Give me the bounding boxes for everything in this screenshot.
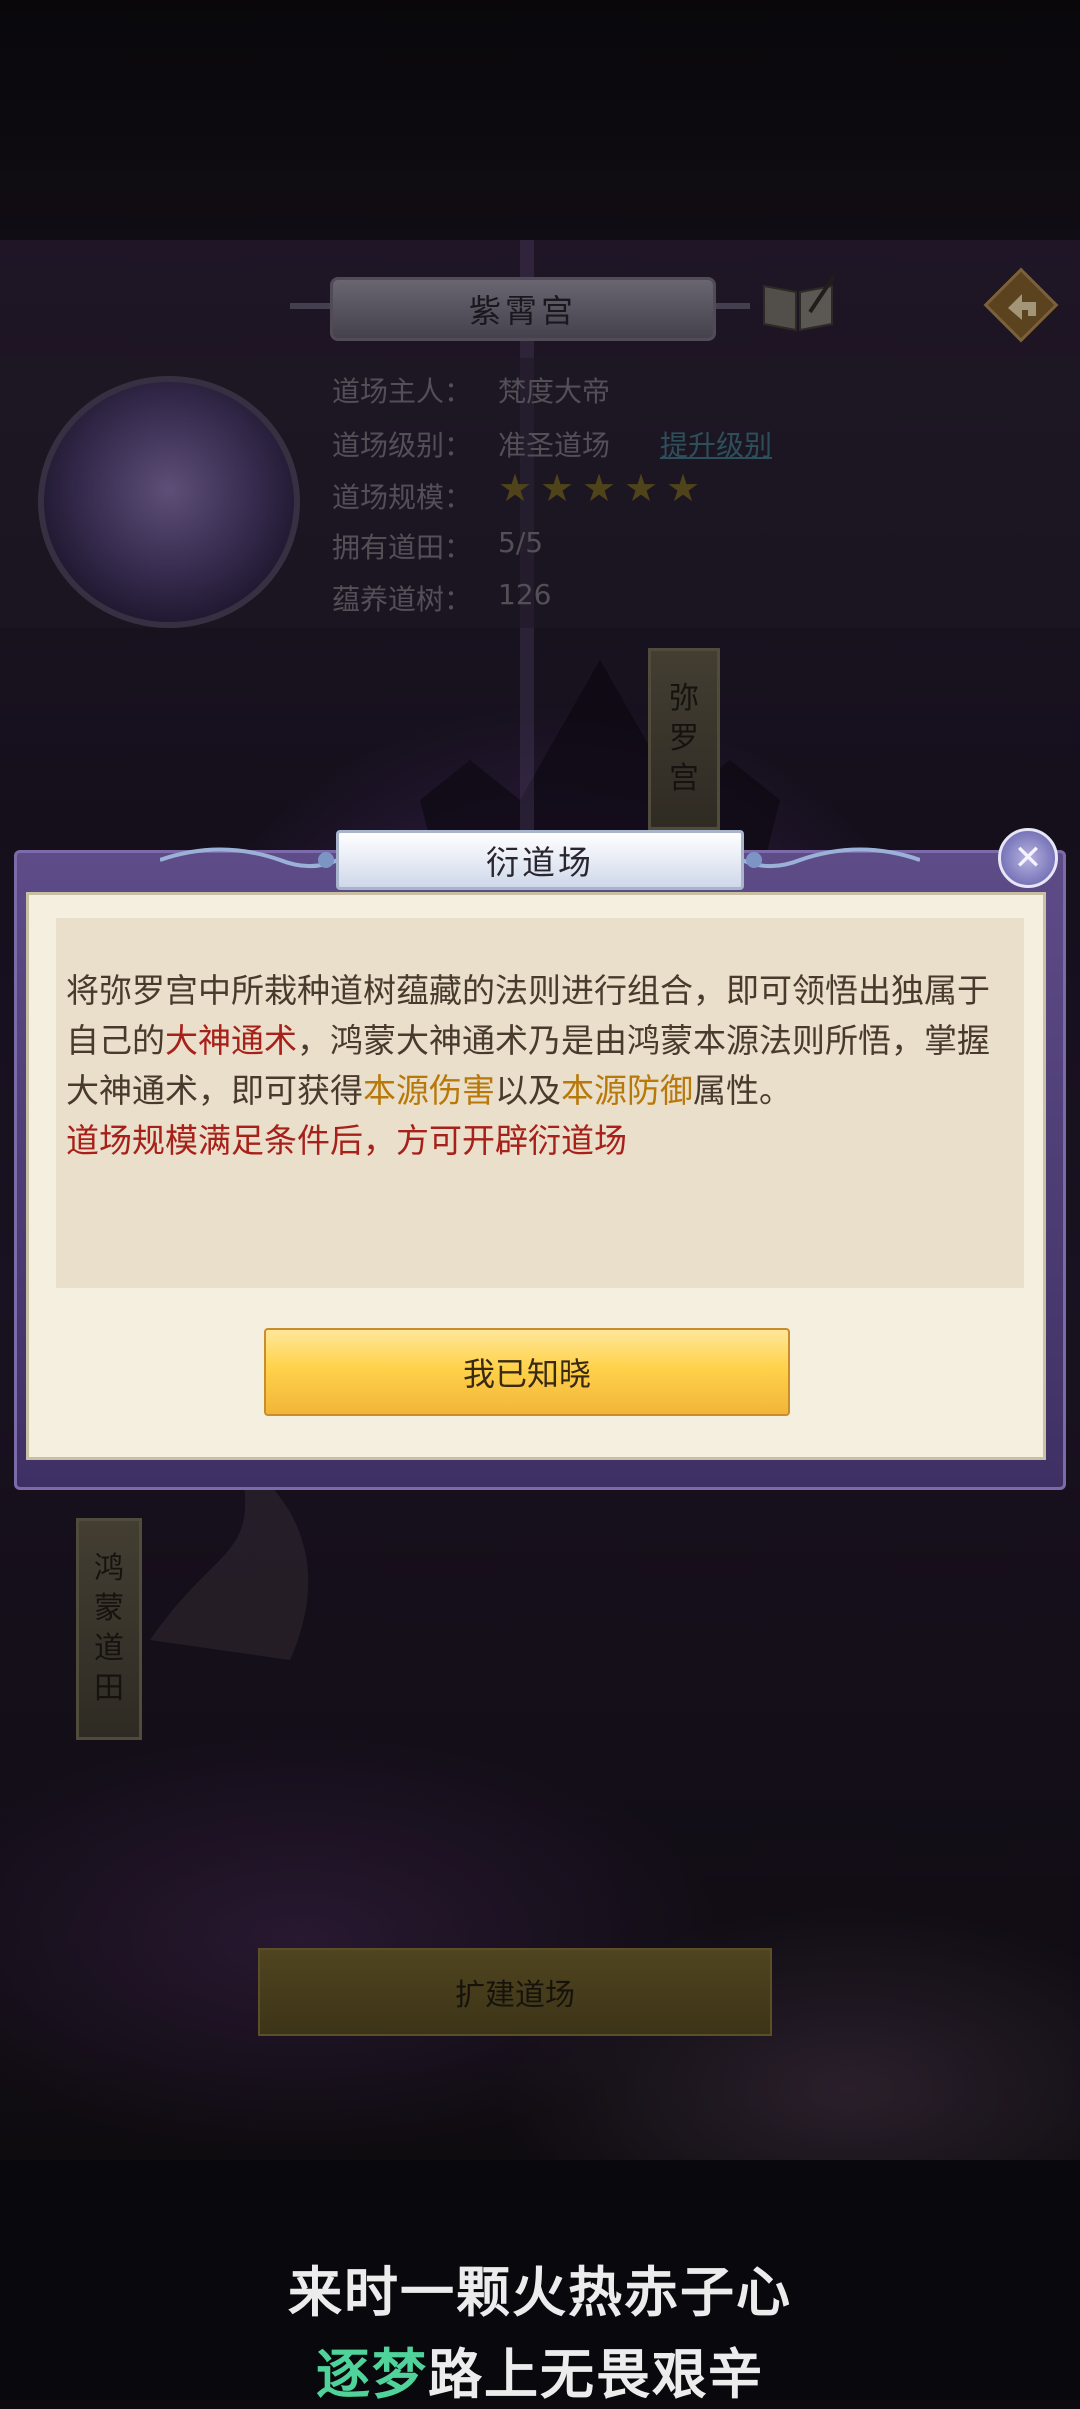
back-arrow-icon: [983, 267, 1059, 343]
fields-value: 5/5: [498, 526, 544, 559]
fields-label: 拥有道田：: [332, 531, 473, 564]
banner-char: 蒙: [94, 1591, 124, 1626]
banner-char: 鸿: [94, 1551, 124, 1586]
star-icon: ★: [582, 466, 617, 510]
banner-char: 罗: [669, 721, 699, 756]
desc-text: 属性。: [693, 1071, 792, 1110]
modal-title: 衍道场: [336, 830, 744, 890]
level-label: 道场级别：: [332, 429, 473, 462]
expand-dojo-button[interactable]: 扩建道场: [258, 1948, 772, 2036]
title-rod-left: [290, 303, 334, 309]
condition-text: 道场规模满足条件后，方可开辟衍道场: [66, 1121, 627, 1160]
title-ornament-right: [741, 847, 920, 868]
page-title: 紫霄宫: [330, 277, 716, 341]
star-icon: ★: [498, 466, 533, 510]
highlight-origin-damage: 本源伤害: [363, 1071, 495, 1110]
owner-value: 梵度大帝: [498, 375, 611, 408]
banner-char: 田: [94, 1671, 124, 1706]
highlight-origin-defense: 本源防御: [561, 1071, 693, 1110]
close-button[interactable]: ✕: [998, 828, 1058, 888]
miluo-palace-banner[interactable]: 弥 罗 宫: [648, 648, 720, 830]
banner-char: 弥: [669, 681, 699, 716]
top-status-area: [0, 0, 1080, 240]
hongmeng-field-banner[interactable]: 鸿 蒙 道 田: [76, 1518, 142, 1740]
title-ornament-left: [160, 847, 339, 868]
highlight-great-art: 大神通术: [165, 1021, 297, 1060]
scale-label: 道场规模：: [332, 481, 473, 514]
subtitle-line-2: 逐梦路上无畏艰辛: [0, 2330, 1080, 2409]
owner-label: 道场主人：: [332, 375, 473, 408]
level-value: 准圣道场: [498, 429, 611, 462]
star-icon: ★: [666, 466, 701, 510]
banner-char: 道: [94, 1631, 124, 1666]
trees-value: 126: [498, 578, 552, 611]
back-button[interactable]: [978, 262, 1064, 348]
subtitle-line-1: 来时一颗火热赤子心: [288, 2261, 792, 2324]
banner-char: 宫: [669, 761, 699, 796]
book-quill-icon[interactable]: [758, 272, 838, 336]
modal-description: 将弥罗宫中所栽种道树蕴藏的法则进行组合，即可领悟出独属于自己的大神通术，鸿蒙大神…: [66, 966, 1016, 1166]
subtitle-highlight: 逐梦: [316, 2343, 428, 2406]
dojo-palace-emblem: [38, 376, 300, 628]
close-x-icon: ✕: [1013, 838, 1043, 878]
star-icon: ★: [624, 466, 659, 510]
subtitle-rest: 路上无畏艰辛: [428, 2343, 764, 2406]
trees-label: 蕴养道树：: [332, 583, 473, 616]
desc-text: 以及: [495, 1071, 561, 1110]
upgrade-level-link[interactable]: 提升级别: [660, 424, 772, 464]
star-icon: ★: [540, 466, 575, 510]
acknowledge-button[interactable]: 我已知晓: [264, 1328, 790, 1416]
